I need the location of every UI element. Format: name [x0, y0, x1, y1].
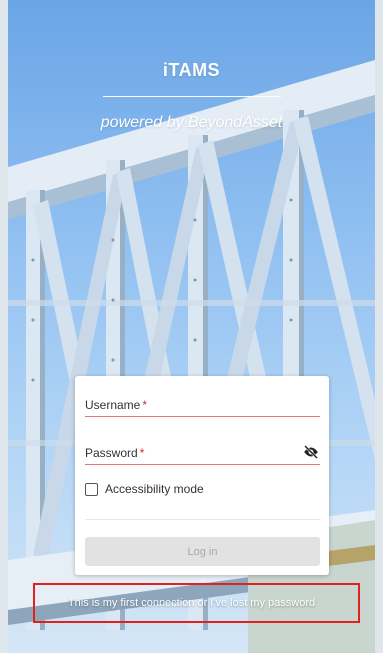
username-field[interactable]: Username *	[85, 394, 324, 418]
app-title: iTAMS	[162, 60, 221, 80]
accessibility-mode-row[interactable]: Accessibility mode	[85, 480, 204, 498]
eye-off-icon[interactable]	[302, 443, 320, 461]
password-field[interactable]: Password *	[85, 442, 324, 466]
first-connection-link[interactable]: This is my first connection or I've lost…	[8, 597, 375, 609]
form-divider	[85, 519, 320, 520]
username-input[interactable]	[85, 394, 324, 418]
password-input[interactable]	[85, 442, 324, 466]
accessibility-mode-checkbox[interactable]	[85, 482, 98, 496]
login-button[interactable]: Log in	[85, 537, 320, 566]
accessibility-mode-label: Accessibility mode	[105, 482, 204, 496]
login-screen: iTAMS powered by BeyondAsset Username * P…	[8, 0, 375, 653]
powered-by-tagline: powered by BeyondAsset	[100, 114, 283, 131]
title-divider	[103, 96, 281, 97]
login-card: Username * Password * Accessibility mode L…	[75, 376, 329, 575]
